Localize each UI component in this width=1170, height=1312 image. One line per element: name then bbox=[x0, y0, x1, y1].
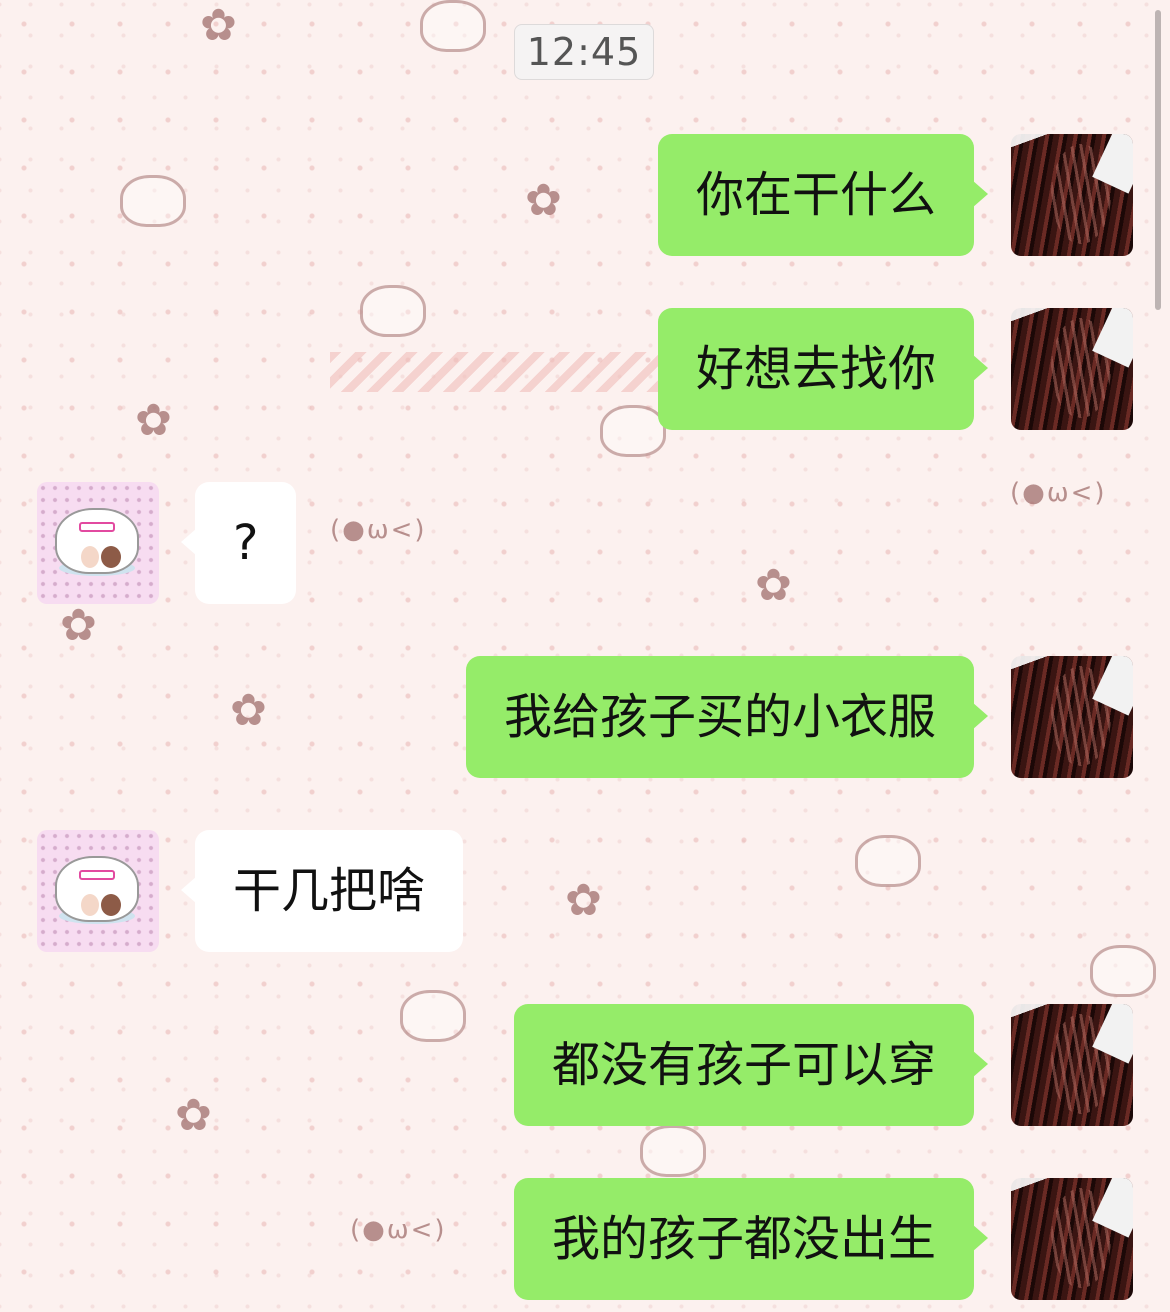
wallpaper-kaomoji: (●ω<) bbox=[330, 515, 427, 545]
wallpaper-flower-icon: ✿ bbox=[755, 560, 792, 611]
wallpaper-bunny-doodle bbox=[640, 1125, 706, 1177]
sent-message-bubble[interactable]: 我给孩子买的小衣服 bbox=[465, 656, 989, 778]
my-avatar[interactable] bbox=[1011, 1004, 1133, 1126]
wallpaper-bunny-doodle bbox=[600, 405, 666, 457]
my-avatar[interactable] bbox=[1011, 656, 1133, 778]
wallpaper-cat-doodle bbox=[420, 0, 486, 52]
sent-message-bubble[interactable]: 你在干什么 bbox=[657, 134, 989, 256]
my-avatar[interactable] bbox=[1011, 308, 1133, 430]
wallpaper-cat-doodle bbox=[400, 990, 466, 1042]
received-message-bubble[interactable]: ? bbox=[180, 482, 297, 604]
sent-message-bubble[interactable]: 好想去找你 bbox=[657, 308, 989, 430]
friend-avatar[interactable] bbox=[37, 482, 159, 604]
received-message-bubble[interactable]: 干几把啥 bbox=[180, 830, 464, 952]
wallpaper-kaomoji: (●ω<) bbox=[1010, 478, 1107, 508]
my-avatar[interactable] bbox=[1011, 1178, 1133, 1300]
wallpaper-stripe bbox=[330, 352, 660, 392]
wallpaper-flower-icon: ✿ bbox=[60, 600, 97, 651]
wallpaper-flower-icon: ✿ bbox=[200, 0, 237, 51]
wallpaper-flower-icon: ✿ bbox=[175, 1090, 212, 1141]
friend-avatar[interactable] bbox=[37, 830, 159, 952]
sent-message-bubble[interactable]: 我的孩子都没出生 bbox=[513, 1178, 989, 1300]
wallpaper-kaomoji: (●ω<) bbox=[350, 1215, 447, 1245]
my-avatar[interactable] bbox=[1011, 134, 1133, 256]
wallpaper-flower-icon: ✿ bbox=[525, 175, 562, 226]
wallpaper-flower-icon: ✿ bbox=[135, 395, 172, 446]
scrollbar[interactable] bbox=[1155, 10, 1161, 310]
message-timestamp: 12:45 bbox=[514, 24, 654, 80]
wallpaper-flower-icon: ✿ bbox=[565, 875, 602, 926]
wallpaper-flower-icon: ✿ bbox=[230, 685, 267, 736]
sent-message-bubble[interactable]: 都没有孩子可以穿 bbox=[513, 1004, 989, 1126]
wallpaper-pig-doodle bbox=[120, 175, 186, 227]
wallpaper-cat-doodle bbox=[360, 285, 426, 337]
wallpaper-cat-doodle bbox=[1090, 945, 1156, 997]
wallpaper-pig-doodle bbox=[855, 835, 921, 887]
